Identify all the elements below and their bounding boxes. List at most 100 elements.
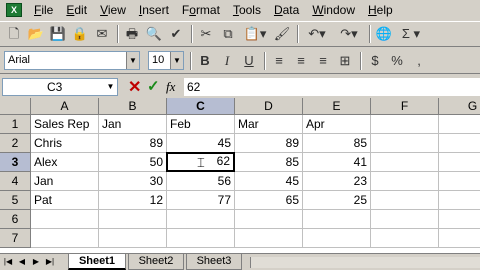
sheet-tab-sheet1[interactable]: Sheet1 xyxy=(68,254,126,270)
row-header-6[interactable]: 6 xyxy=(0,210,31,229)
column-header-g[interactable]: G xyxy=(439,98,480,115)
cell-e5[interactable]: 25 xyxy=(303,191,371,210)
sheet-tab-sheet3[interactable]: Sheet3 xyxy=(186,254,242,270)
cell-f1[interactable] xyxy=(371,115,439,134)
cell-e1[interactable]: Apr xyxy=(303,115,371,134)
comma-style-icon[interactable]: , xyxy=(409,51,429,71)
menu-help[interactable]: Help xyxy=(368,3,393,17)
font-size-select[interactable]: 10 ▼ xyxy=(148,51,184,70)
spelling-icon[interactable]: ✔ xyxy=(166,24,186,44)
cell-e4[interactable]: 23 xyxy=(303,172,371,191)
cell-c1[interactable]: Feb xyxy=(167,115,235,134)
cell-d3[interactable]: 85 xyxy=(235,153,303,172)
enter-entry-icon[interactable]: ✓ xyxy=(147,77,160,95)
first-sheet-icon[interactable]: |◀ xyxy=(2,256,14,268)
column-header-f[interactable]: F xyxy=(371,98,439,115)
print-preview-icon[interactable]: 🔍 xyxy=(144,24,164,44)
cell-d1[interactable]: Mar xyxy=(235,115,303,134)
permission-icon[interactable]: 🔒 xyxy=(70,24,90,44)
align-right-icon[interactable]: ≡ xyxy=(313,51,333,71)
cell-c5[interactable]: 77 xyxy=(167,191,235,210)
column-header-b[interactable]: B xyxy=(99,98,167,115)
menu-data[interactable]: Data xyxy=(274,3,299,17)
cell-e3[interactable]: 41 xyxy=(303,153,371,172)
undo-icon[interactable]: ↶▾ xyxy=(302,24,332,44)
sheet-tab-sheet2[interactable]: Sheet2 xyxy=(128,254,184,270)
column-header-a[interactable]: A xyxy=(31,98,99,115)
menu-format[interactable]: Format xyxy=(182,3,220,17)
cell-a2[interactable]: Chris xyxy=(31,134,99,153)
menu-edit[interactable]: Edit xyxy=(66,3,87,17)
cell-g5[interactable] xyxy=(439,191,480,210)
column-header-c[interactable]: C xyxy=(167,98,235,115)
align-center-icon[interactable]: ≡ xyxy=(291,51,311,71)
cell-c7[interactable] xyxy=(167,229,235,248)
cell-f6[interactable] xyxy=(371,210,439,229)
column-header-d[interactable]: D xyxy=(235,98,303,115)
cell-a7[interactable] xyxy=(31,229,99,248)
cell-g4[interactable] xyxy=(439,172,480,191)
copy-icon[interactable]: ⧉ xyxy=(218,24,238,44)
column-header-e[interactable]: E xyxy=(303,98,371,115)
menu-tools[interactable]: Tools xyxy=(233,3,261,17)
cell-d2[interactable]: 89 xyxy=(235,134,303,153)
cell-b5[interactable]: 12 xyxy=(99,191,167,210)
row-header-2[interactable]: 2 xyxy=(0,134,31,153)
last-sheet-icon[interactable]: ▶| xyxy=(44,256,56,268)
cell-a5[interactable]: Pat xyxy=(31,191,99,210)
row-header-4[interactable]: 4 xyxy=(0,172,31,191)
cell-c2[interactable]: 45 xyxy=(167,134,235,153)
cell-d7[interactable] xyxy=(235,229,303,248)
email-icon[interactable]: ✉ xyxy=(92,24,112,44)
cell-a1[interactable]: Sales Rep xyxy=(31,115,99,134)
row-header-1[interactable]: 1 xyxy=(0,115,31,134)
menu-window[interactable]: Window xyxy=(312,3,355,17)
name-box[interactable]: C3 ▼ xyxy=(2,78,118,96)
row-header-5[interactable]: 5 xyxy=(0,191,31,210)
percent-icon[interactable]: % xyxy=(387,51,407,71)
cell-g7[interactable] xyxy=(439,229,480,248)
underline-icon[interactable]: U xyxy=(239,51,259,71)
cell-a3[interactable]: Alex xyxy=(31,153,99,172)
align-left-icon[interactable]: ≡ xyxy=(269,51,289,71)
cut-icon[interactable]: ✂ xyxy=(196,24,216,44)
menu-insert[interactable]: Insert xyxy=(139,3,169,17)
horizontal-scrollbar[interactable] xyxy=(250,257,480,268)
insert-function-icon[interactable]: fx xyxy=(166,79,175,95)
autosum-icon[interactable]: Σ ▾ xyxy=(396,24,426,44)
cell-c4[interactable]: 56 xyxy=(167,172,235,191)
cell-g3[interactable] xyxy=(439,153,480,172)
cell-e6[interactable] xyxy=(303,210,371,229)
cell-e2[interactable]: 85 xyxy=(303,134,371,153)
excel-app-icon[interactable]: X xyxy=(6,3,22,17)
cell-a4[interactable]: Jan xyxy=(31,172,99,191)
cell-f3[interactable] xyxy=(371,153,439,172)
row-header-7[interactable]: 7 xyxy=(0,229,31,248)
cell-d4[interactable]: 45 xyxy=(235,172,303,191)
save-icon[interactable]: 💾 xyxy=(48,24,68,44)
cell-a6[interactable] xyxy=(31,210,99,229)
select-all-corner[interactable] xyxy=(0,98,31,115)
cell-b7[interactable] xyxy=(99,229,167,248)
formula-input[interactable]: 62 xyxy=(184,78,480,96)
cell-f4[interactable] xyxy=(371,172,439,191)
cell-f5[interactable] xyxy=(371,191,439,210)
cell-g1[interactable] xyxy=(439,115,480,134)
merge-center-icon[interactable]: ⊞ xyxy=(335,51,355,71)
paste-icon[interactable]: 📋▾ xyxy=(240,24,270,44)
bold-icon[interactable]: B xyxy=(195,51,215,71)
cell-f2[interactable] xyxy=(371,134,439,153)
cell-b3[interactable]: 50 xyxy=(99,153,167,172)
prev-sheet-icon[interactable]: ◀ xyxy=(16,256,28,268)
cancel-entry-icon[interactable]: ✕ xyxy=(128,77,141,97)
cell-g2[interactable] xyxy=(439,134,480,153)
cell-e7[interactable] xyxy=(303,229,371,248)
hyperlink-icon[interactable]: 🌐 xyxy=(374,24,394,44)
new-document-icon[interactable]: 🗋 xyxy=(4,24,24,44)
open-folder-icon[interactable]: 📂 xyxy=(26,24,46,44)
cell-b1[interactable]: Jan xyxy=(99,115,167,134)
redo-icon[interactable]: ↷▾ xyxy=(334,24,364,44)
row-header-3[interactable]: 3 xyxy=(0,153,31,172)
cell-f7[interactable] xyxy=(371,229,439,248)
currency-icon[interactable]: $ xyxy=(365,51,385,71)
